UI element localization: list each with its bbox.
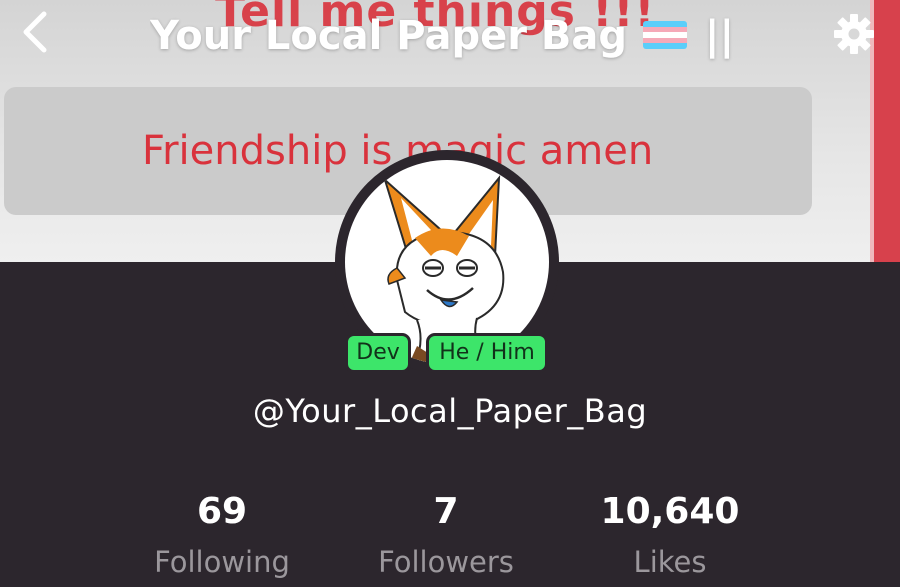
- likes-count: 10,640: [600, 491, 740, 532]
- likes-label: Likes: [633, 545, 707, 579]
- followers-label: Followers: [378, 545, 514, 579]
- transgender-flag-icon: [642, 21, 687, 49]
- pronoun-badge: He / Him: [426, 333, 548, 373]
- title-name: Your Local Paper Bag: [150, 13, 627, 59]
- following-count: 69: [196, 491, 248, 532]
- role-badge: Dev: [345, 333, 411, 373]
- stat-following[interactable]: 69 Following: [122, 488, 322, 582]
- stat-followers[interactable]: 7 Followers: [346, 488, 546, 582]
- chevron-left-icon[interactable]: [16, 10, 56, 54]
- followers-count: 7: [433, 491, 459, 532]
- title-suffix: || Ro: [704, 13, 740, 59]
- page-title: Your Local Paper Bag || Ro: [150, 8, 740, 64]
- gear-icon[interactable]: [832, 12, 876, 56]
- username: @Your_Local_Paper_Bag: [252, 392, 648, 430]
- following-label: Following: [154, 545, 290, 579]
- banner-side-bar: [870, 0, 900, 262]
- stat-likes[interactable]: 10,640 Likes: [570, 488, 770, 582]
